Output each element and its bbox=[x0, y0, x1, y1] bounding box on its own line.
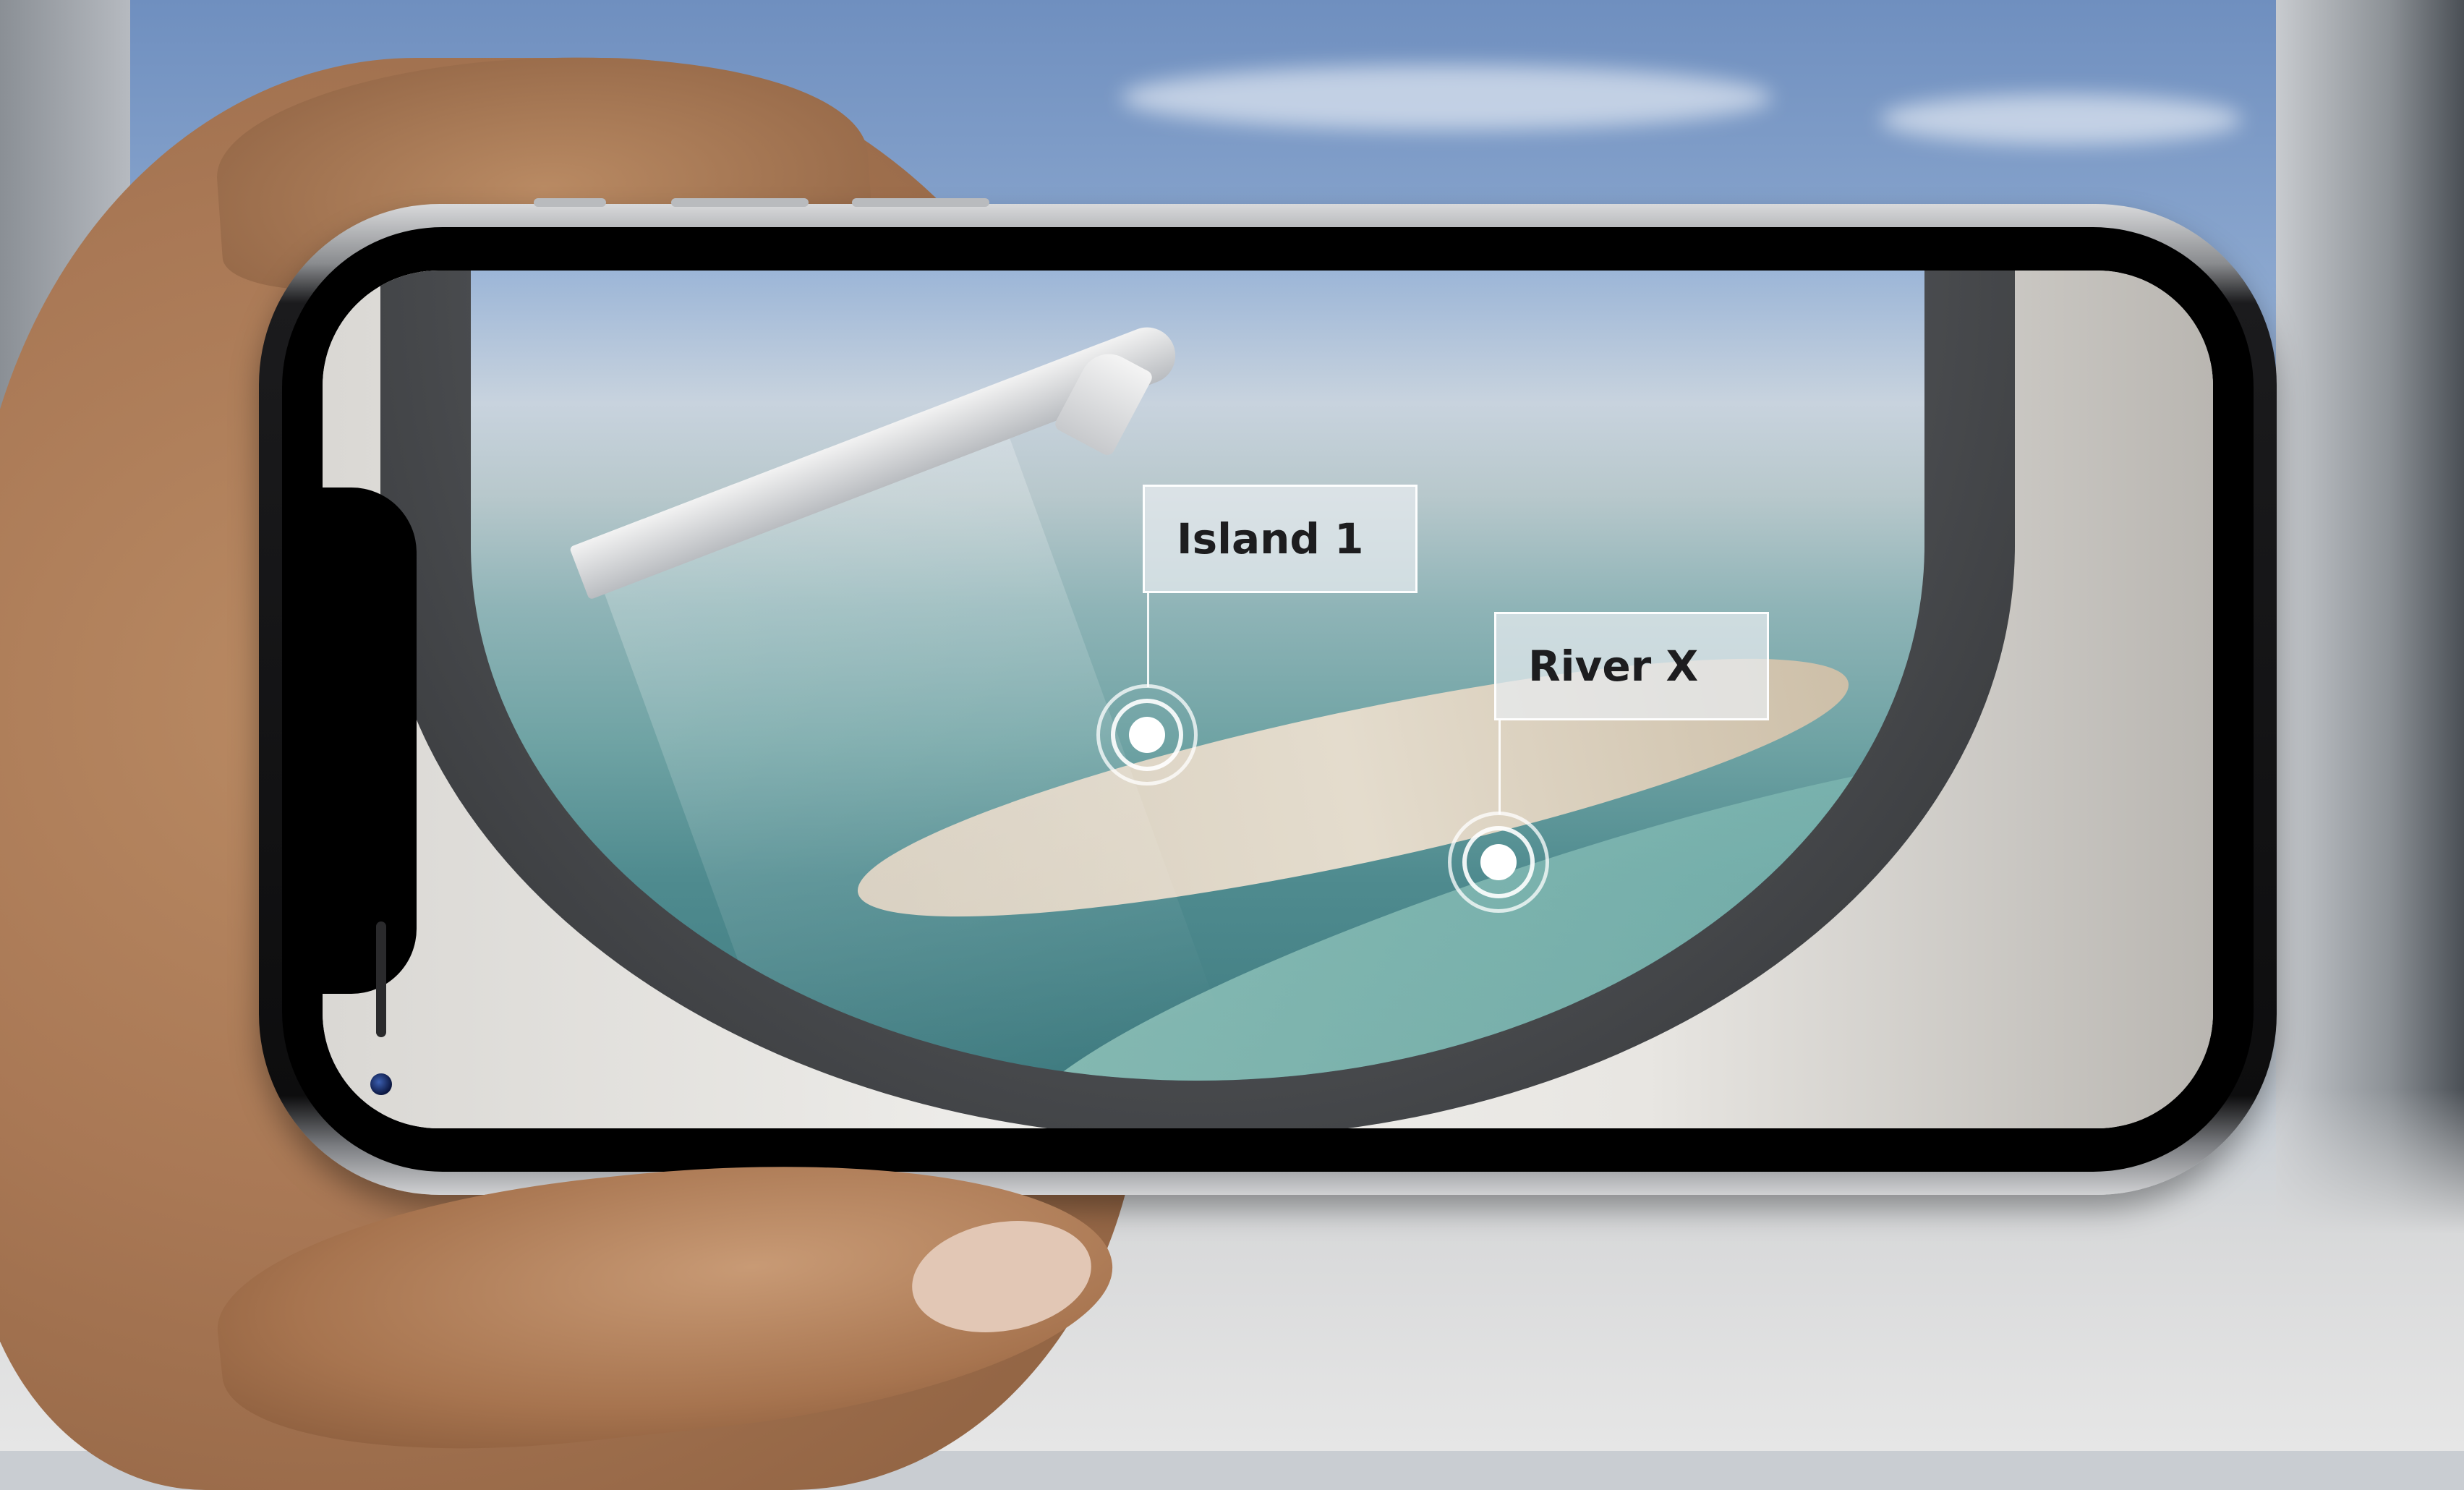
front-camera-icon bbox=[370, 1073, 392, 1095]
phone-screen[interactable]: Island 1 River X bbox=[323, 271, 2213, 1128]
marker-dot bbox=[1480, 844, 1517, 880]
marker-dot bbox=[1129, 717, 1165, 753]
leader-line bbox=[1499, 720, 1501, 814]
smartphone: Island 1 River X bbox=[259, 198, 2277, 1201]
volume-up-button bbox=[671, 198, 809, 207]
cloud bbox=[1880, 94, 2242, 145]
leader-line bbox=[1147, 593, 1149, 687]
annotation-label[interactable]: River X bbox=[1494, 612, 1769, 720]
marker-ring bbox=[1111, 699, 1183, 771]
phone-notch bbox=[323, 488, 417, 1095]
cloud bbox=[1121, 65, 1772, 130]
volume-down-button bbox=[852, 198, 989, 207]
annotation-label[interactable]: Island 1 bbox=[1143, 485, 1418, 593]
marker-ring bbox=[1462, 826, 1535, 898]
map-pin-marker-icon[interactable] bbox=[1448, 812, 1549, 913]
speaker-grille bbox=[376, 921, 386, 1037]
mute-switch bbox=[534, 198, 606, 207]
map-pin-marker-icon[interactable] bbox=[1096, 684, 1198, 786]
